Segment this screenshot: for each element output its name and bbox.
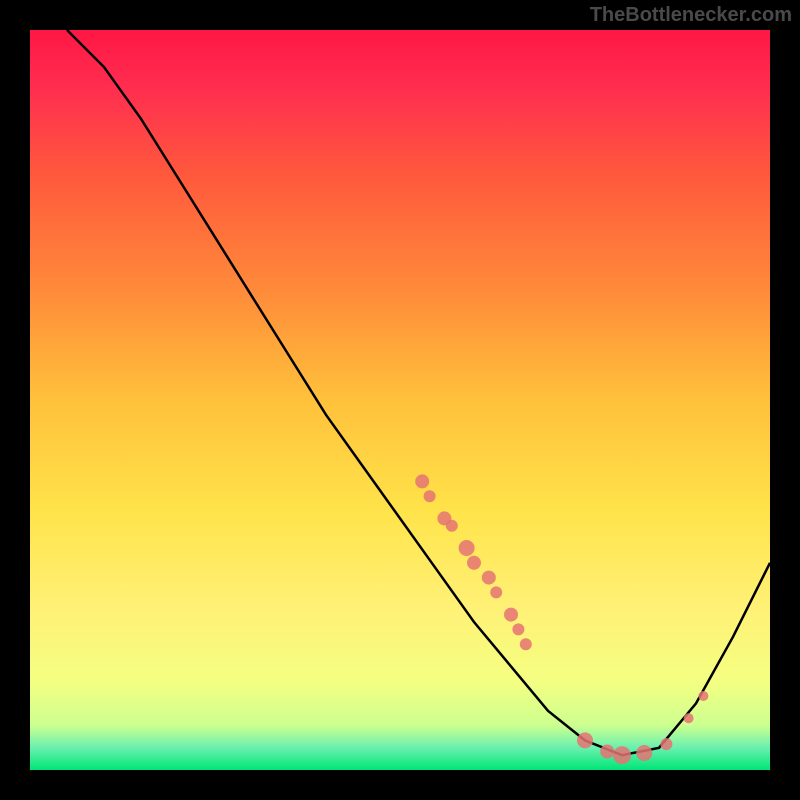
data-point bbox=[446, 520, 458, 532]
data-point bbox=[504, 608, 518, 622]
data-point bbox=[482, 571, 496, 585]
data-point bbox=[577, 732, 593, 748]
data-point bbox=[636, 745, 652, 761]
watermark-text: TheBottlenecker.com bbox=[590, 4, 792, 27]
data-point bbox=[512, 623, 524, 635]
data-point bbox=[490, 586, 502, 598]
data-point bbox=[459, 540, 475, 556]
data-point bbox=[415, 474, 429, 488]
data-point bbox=[660, 738, 672, 750]
data-point bbox=[698, 691, 708, 701]
chart-container: TheBottlenecker.com bbox=[0, 0, 800, 800]
data-point bbox=[684, 713, 694, 723]
data-point bbox=[467, 556, 481, 570]
data-point bbox=[520, 638, 532, 650]
data-point bbox=[600, 745, 614, 759]
chart-svg bbox=[0, 0, 800, 800]
plot-area bbox=[30, 30, 770, 770]
data-point bbox=[613, 746, 631, 764]
data-point bbox=[424, 490, 436, 502]
